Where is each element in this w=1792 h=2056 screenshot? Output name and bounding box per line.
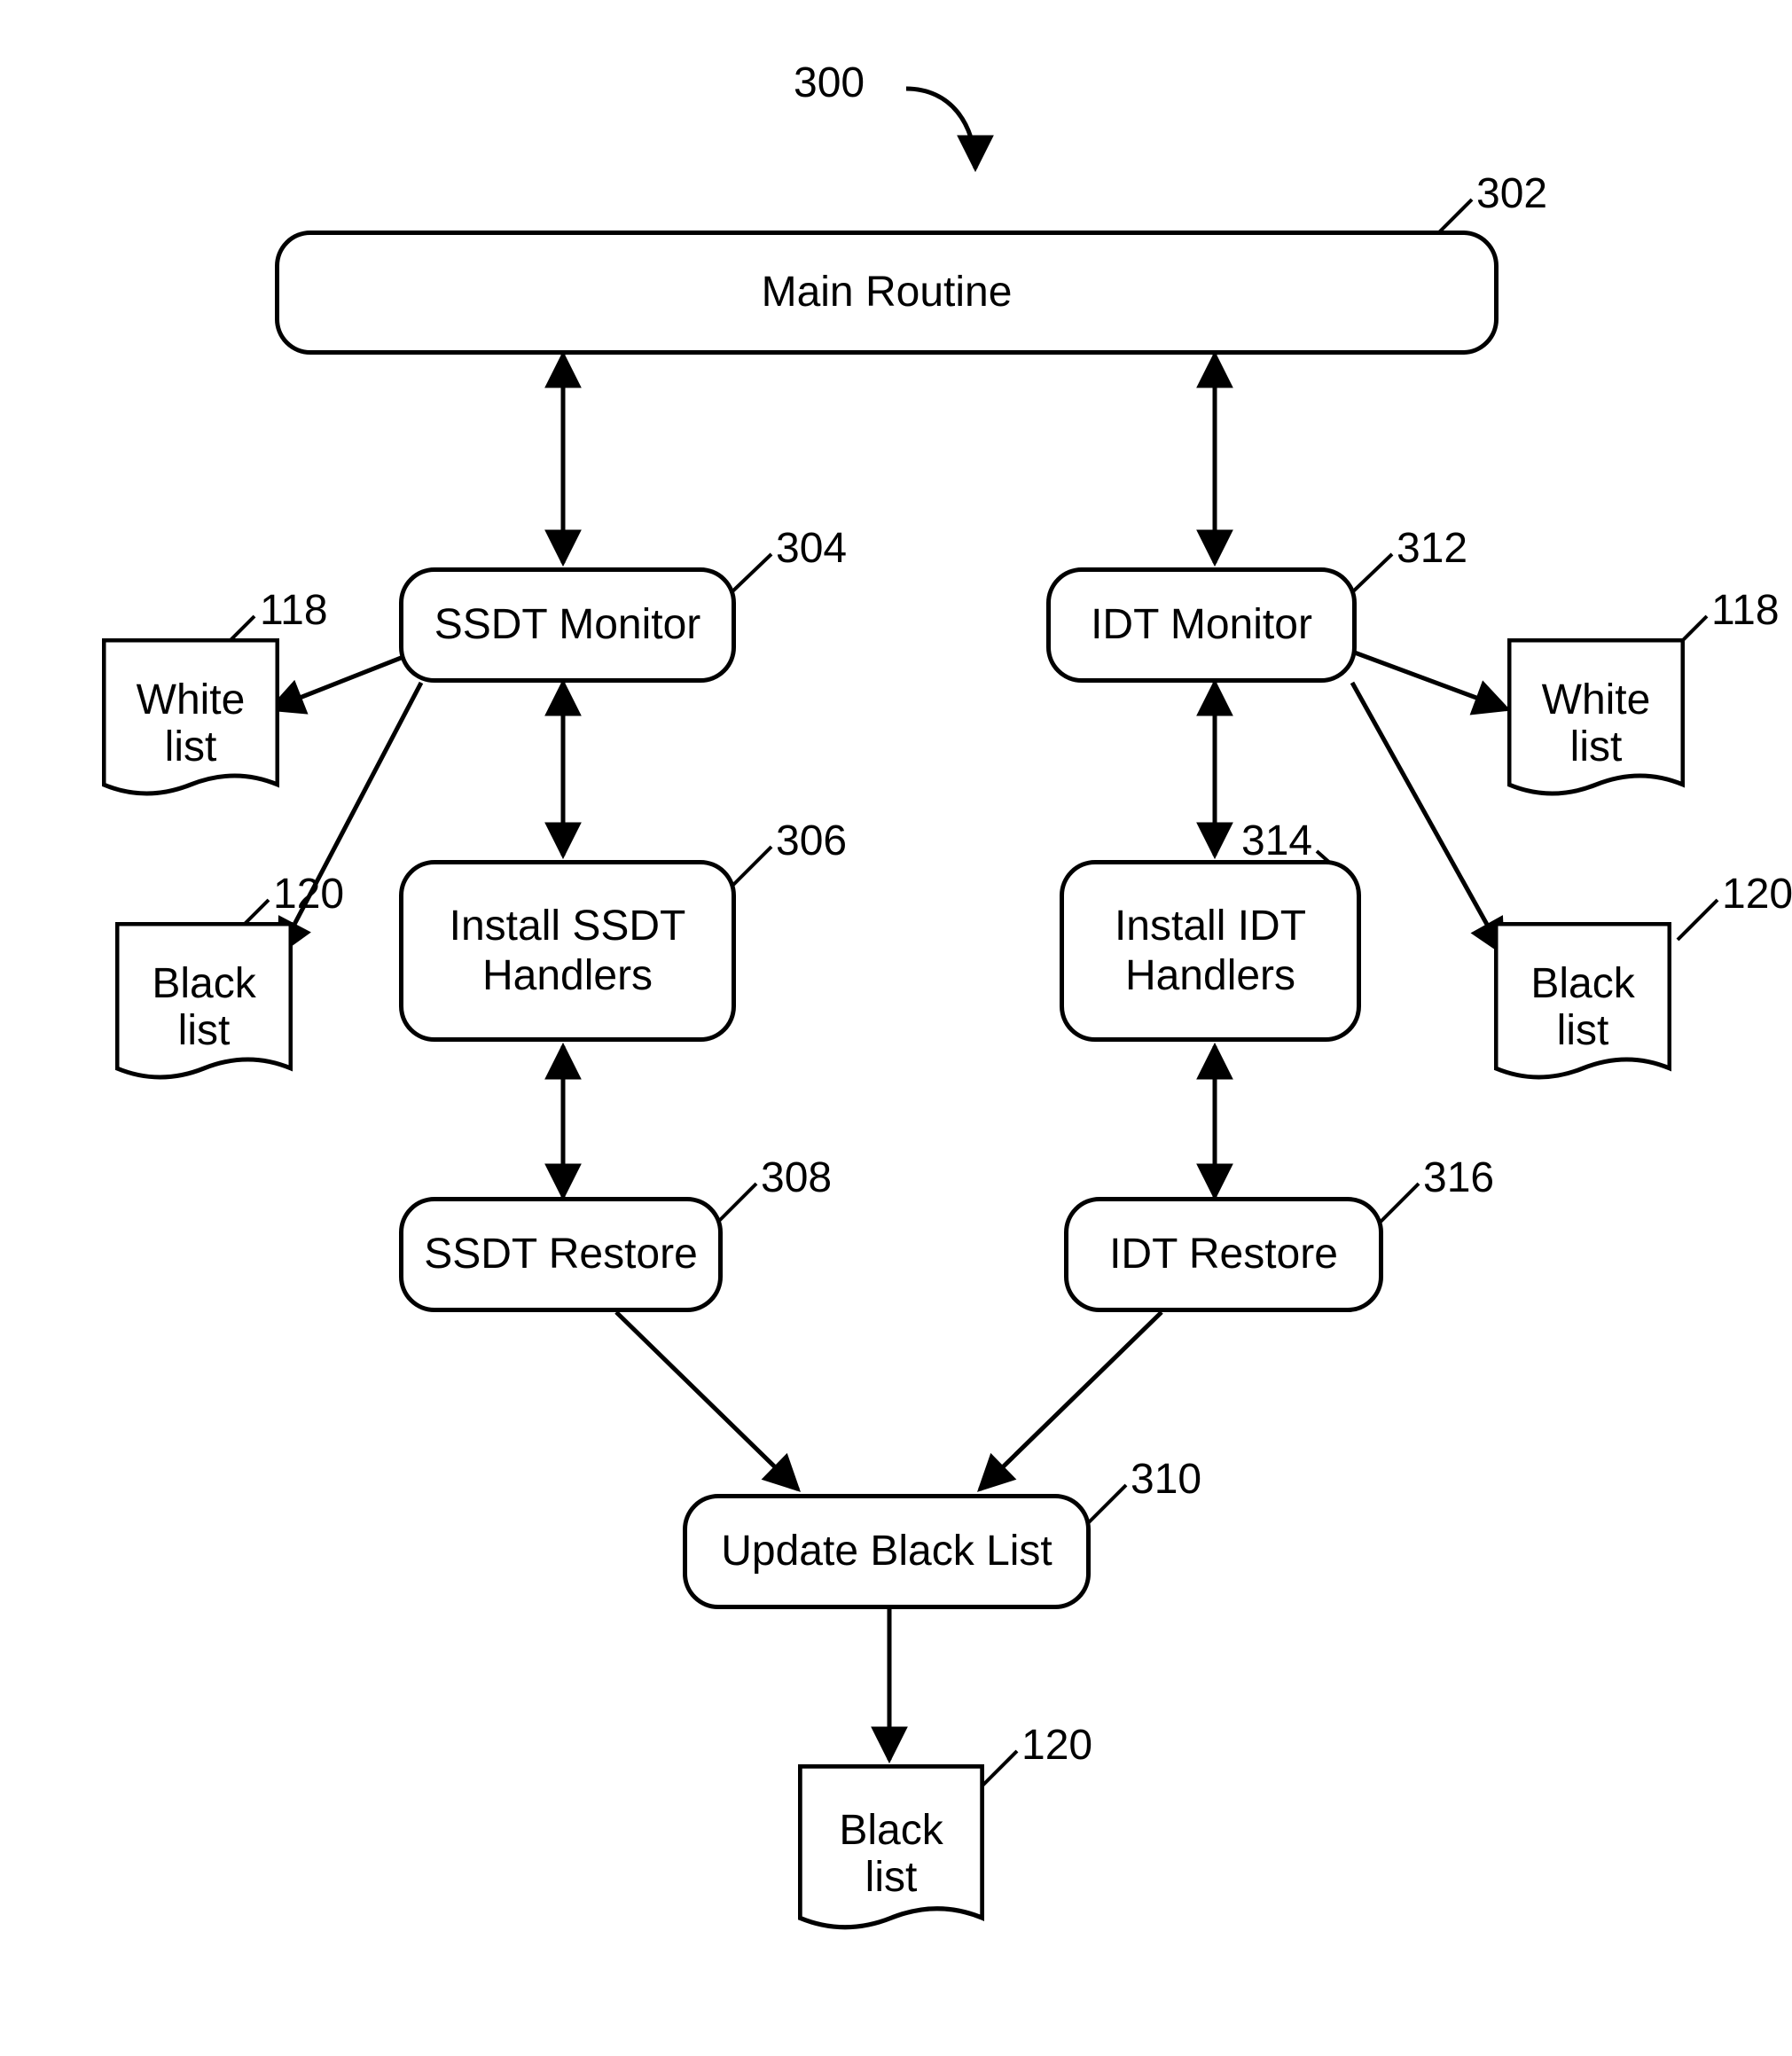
box-idt-restore: IDT Restore — [1064, 1197, 1383, 1312]
doc-white-list-right-label: White list — [1542, 677, 1651, 771]
box-main-routine: Main Routine — [275, 231, 1499, 355]
doc-black-list-right-label: Black list — [1530, 961, 1634, 1055]
box-install-idt: Install IDT Handlers — [1060, 860, 1361, 1042]
box-update-black-list: Update Black List — [683, 1494, 1091, 1609]
doc-black-list-bottom-label: Black list — [839, 1808, 943, 1902]
box-update-black-list-label: Update Black List — [721, 1527, 1053, 1575]
box-ssdt-monitor: SSDT Monitor — [399, 567, 736, 683]
box-idt-restore-label: IDT Restore — [1109, 1230, 1338, 1278]
ref-120-left: 120 — [273, 873, 344, 916]
ref-314: 314 — [1241, 820, 1312, 863]
doc-white-list-right: White list — [1507, 638, 1685, 816]
ref-308: 308 — [761, 1157, 832, 1200]
doc-black-list-left: Black list — [115, 922, 293, 1099]
doc-black-list-right: Black list — [1494, 922, 1671, 1099]
ref-118-left: 118 — [260, 590, 328, 632]
figure-ref-label: 300 — [794, 62, 865, 105]
diagram-canvas: 300 Main Routine 302 SSDT Monitor 304 ID… — [0, 0, 1792, 2056]
doc-white-list-left-label: White list — [137, 677, 246, 771]
box-ssdt-restore-label: SSDT Restore — [424, 1230, 698, 1278]
ref-306: 306 — [776, 820, 847, 863]
ref-304: 304 — [776, 528, 847, 570]
ref-310: 310 — [1131, 1458, 1201, 1501]
box-main-routine-label: Main Routine — [762, 268, 1013, 317]
ref-312: 312 — [1397, 528, 1467, 570]
ref-302: 302 — [1476, 173, 1547, 215]
doc-black-list-left-label: Black list — [152, 961, 255, 1055]
ref-316: 316 — [1423, 1157, 1494, 1200]
doc-white-list-left: White list — [102, 638, 279, 816]
box-install-ssdt-label: Install SSDT Handlers — [450, 902, 686, 999]
box-install-idt-label: Install IDT Handlers — [1115, 902, 1306, 999]
box-ssdt-restore: SSDT Restore — [399, 1197, 723, 1312]
box-ssdt-monitor-label: SSDT Monitor — [434, 600, 701, 649]
ref-120-bottom: 120 — [1021, 1724, 1092, 1767]
box-idt-monitor: IDT Monitor — [1046, 567, 1357, 683]
doc-black-list-bottom: Black list — [798, 1764, 984, 1950]
box-idt-monitor-label: IDT Monitor — [1091, 600, 1312, 649]
ref-118-right: 118 — [1711, 590, 1780, 632]
box-install-ssdt: Install SSDT Handlers — [399, 860, 736, 1042]
ref-120-right: 120 — [1722, 873, 1792, 916]
